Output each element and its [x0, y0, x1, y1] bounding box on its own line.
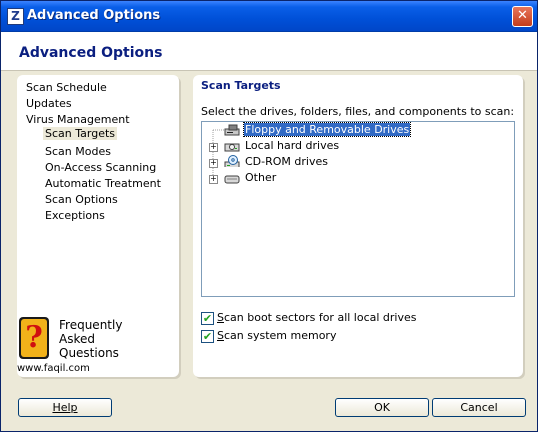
question-mark-icon: ? — [19, 317, 49, 359]
tree-item-local-hard-drives[interactable]: + Local hard drives — [202, 138, 514, 154]
nav-item-on-access-scanning[interactable]: On-Access Scanning — [45, 161, 156, 174]
hard-drive-icon — [224, 143, 240, 152]
tree-label-other: Other — [245, 171, 277, 184]
nav-item-scan-schedule[interactable]: Scan Schedule — [26, 81, 107, 94]
nav-item-updates[interactable]: Updates — [26, 97, 72, 110]
expand-icon[interactable]: + — [209, 159, 218, 168]
boot-sectors-checkbox[interactable]: ✔ — [201, 312, 214, 325]
cancel-button[interactable]: Cancel — [432, 398, 526, 417]
help-button[interactable]: Help — [18, 398, 112, 417]
tree-label-floppy: Floppy and Removable Drives — [242, 122, 412, 137]
boot-sectors-checkbox-row[interactable]: ✔ Scan boot sectors for all local drives — [201, 311, 501, 326]
tree-label-cdrom-drives: CD-ROM drives — [245, 155, 328, 168]
nav-item-virus-management[interactable]: Virus Management — [26, 113, 130, 126]
cdrom-drive-icon — [224, 155, 240, 167]
expand-icon[interactable]: + — [209, 143, 218, 152]
tree-item-cdrom-drives[interactable]: + CD-ROM drives — [202, 154, 514, 170]
window-title: Advanced Options — [27, 8, 161, 23]
tree-label-local-hard-drives: Local hard drives — [245, 139, 340, 152]
close-button[interactable]: ✕ — [512, 6, 533, 27]
instructions-text: Select the drives, folders, files, and c… — [201, 105, 515, 118]
nav-item-automatic-treatment[interactable]: Automatic Treatment — [45, 177, 161, 190]
faq-logo: ? Frequently Asked Questions www.faqil.c… — [17, 315, 123, 375]
section-title: Scan Targets — [201, 79, 281, 92]
title-bar[interactable]: Z Advanced Options ✕ — [1, 1, 537, 32]
nav-item-exceptions[interactable]: Exceptions — [45, 209, 105, 222]
advanced-options-window: Z Advanced Options ✕ Advanced Options Sc… — [0, 0, 538, 432]
floppy-drive-icon — [224, 124, 240, 136]
boot-sectors-label: Scan boot sectors for all local drives — [217, 311, 417, 324]
header-area: Advanced Options — [1, 32, 537, 71]
nav-item-scan-targets[interactable]: Scan Targets — [43, 127, 118, 140]
drives-tree[interactable]: Floppy and Removable Drives + Local hard… — [201, 121, 515, 297]
system-memory-label: Scan system memory — [217, 329, 337, 342]
app-logo-icon: Z — [7, 8, 24, 25]
nav-item-scan-modes[interactable]: Scan Modes — [45, 145, 111, 158]
tree-item-other[interactable]: + Other — [202, 170, 514, 186]
content-panel: Scan Targets Select the drives, folders,… — [193, 75, 523, 377]
nav-item-scan-options[interactable]: Scan Options — [45, 193, 118, 206]
page-title: Advanced Options — [19, 45, 163, 61]
expand-icon[interactable]: + — [209, 175, 218, 184]
tree-item-floppy[interactable]: Floppy and Removable Drives — [202, 122, 514, 138]
other-drive-icon — [224, 175, 240, 184]
faq-url: www.faqil.com — [17, 363, 90, 374]
ok-button[interactable]: OK — [335, 398, 429, 417]
system-memory-checkbox-row[interactable]: ✔ Scan system memory — [201, 329, 501, 344]
faq-text: Frequently Asked Questions — [59, 318, 123, 360]
system-memory-checkbox[interactable]: ✔ — [201, 330, 214, 343]
